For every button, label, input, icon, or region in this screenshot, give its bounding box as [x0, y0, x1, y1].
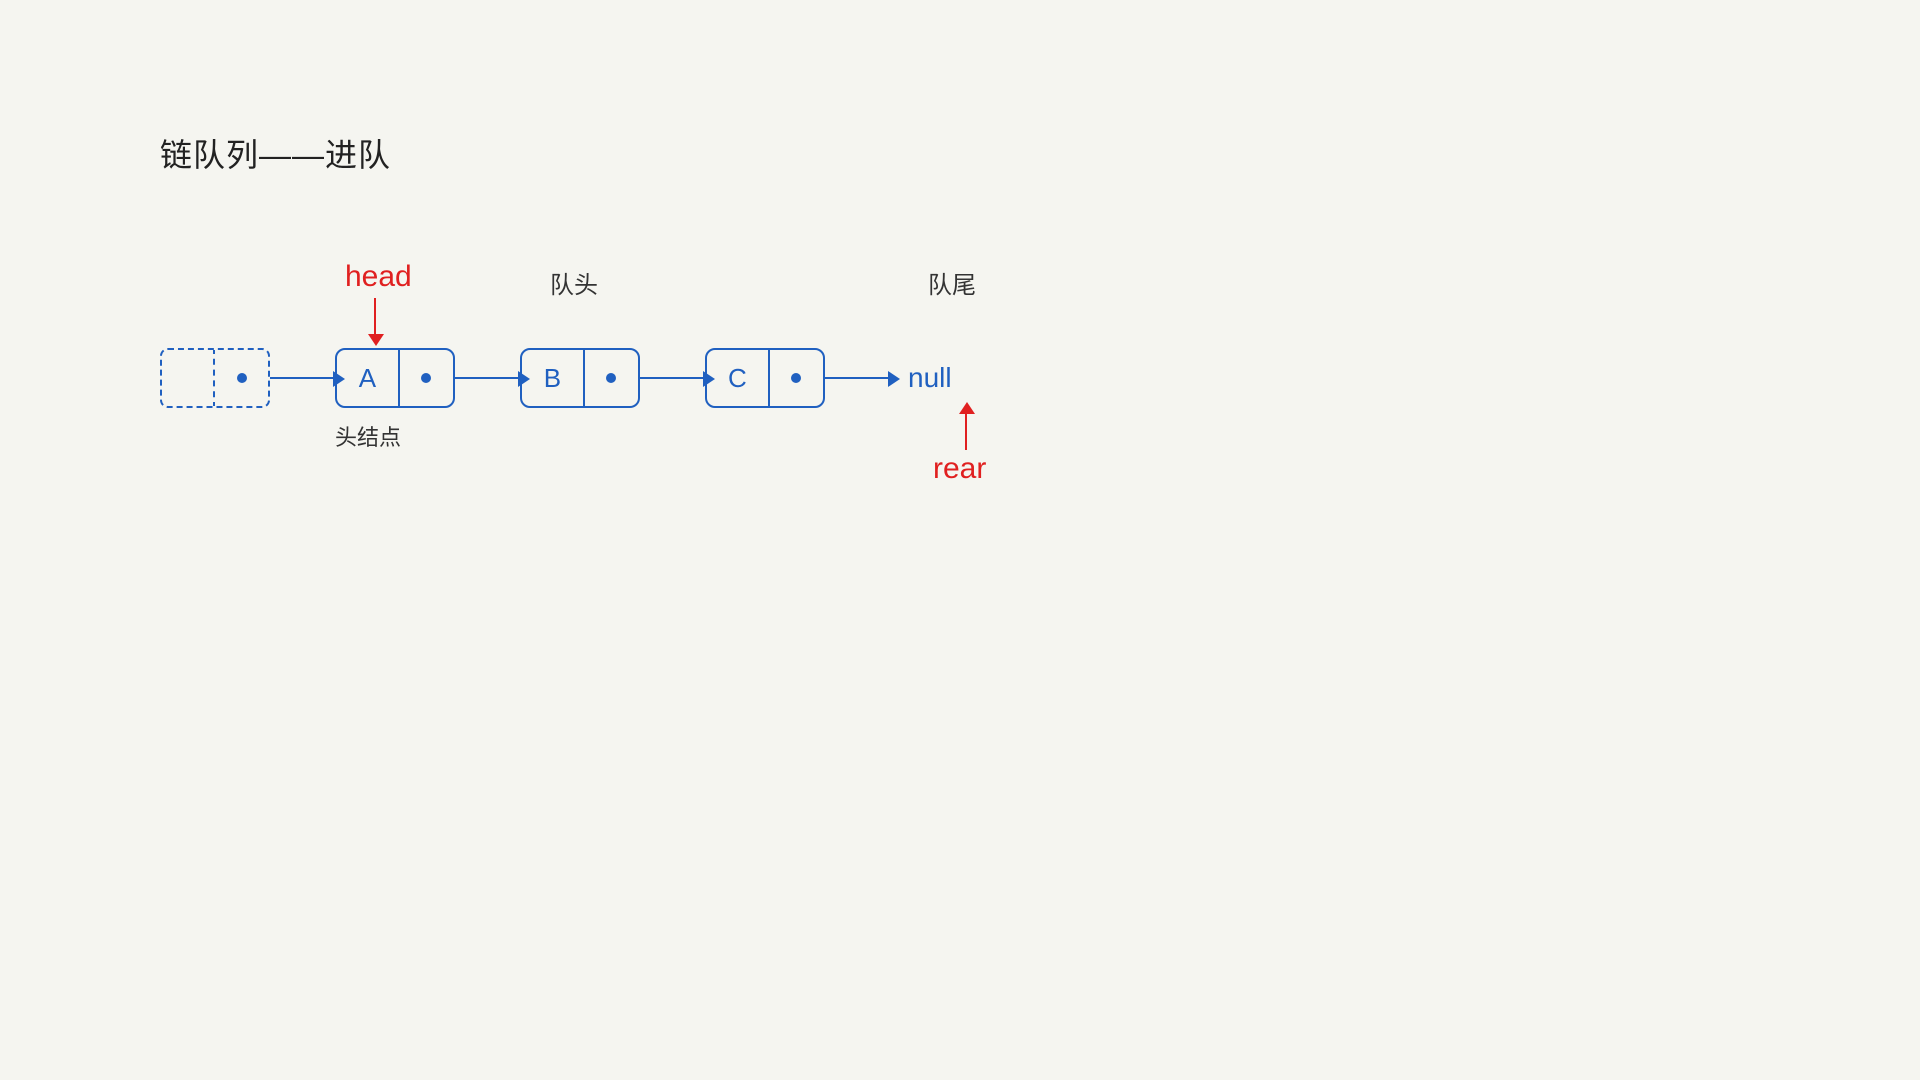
arrow-connector-b-to-c — [640, 377, 705, 379]
head-pointer-label: head — [345, 260, 412, 294]
arrow-line — [455, 377, 520, 379]
arrow-connector-head-to-a — [270, 377, 335, 379]
head-node-pointer-dot — [237, 373, 247, 383]
node-c-pointer-dot — [791, 373, 801, 383]
queue-tail-label: 队尾 — [928, 265, 976, 300]
queue-head-label: 队头 — [550, 265, 598, 300]
node-a-pointer-dot — [421, 373, 431, 383]
diagram-area: head 队头 队尾 A — [160, 260, 1060, 560]
node-a-pointer — [400, 348, 453, 408]
node-b: B — [520, 348, 640, 408]
node-b-pointer-dot — [606, 373, 616, 383]
node-c-data: C — [707, 348, 770, 408]
rear-pointer-label: rear — [933, 452, 986, 486]
node-b-data: B — [522, 348, 585, 408]
nodes-row: A B C — [160, 348, 952, 408]
head-node-label: 头结点 — [335, 420, 401, 452]
node-a-letter: A — [359, 363, 376, 394]
node-c-pointer — [770, 348, 823, 408]
head-node-right — [215, 348, 268, 408]
arrow-connector-a-to-b — [455, 377, 520, 379]
arrow-line — [270, 377, 335, 379]
node-c: C — [705, 348, 825, 408]
node-a-data: A — [337, 348, 400, 408]
node-a: A — [335, 348, 455, 408]
null-label: null — [908, 362, 952, 394]
page-title: 链队列——进队 — [160, 130, 391, 176]
rear-arrow-up — [965, 412, 967, 450]
arrow-connector-c-to-null — [825, 377, 890, 379]
arrow-line — [825, 377, 890, 379]
node-b-letter: B — [544, 363, 561, 394]
head-node-left — [162, 348, 215, 408]
head-arrow-down — [374, 298, 376, 336]
node-c-letter: C — [728, 363, 747, 394]
head-node — [160, 348, 270, 408]
arrow-line — [640, 377, 705, 379]
node-b-pointer — [585, 348, 638, 408]
